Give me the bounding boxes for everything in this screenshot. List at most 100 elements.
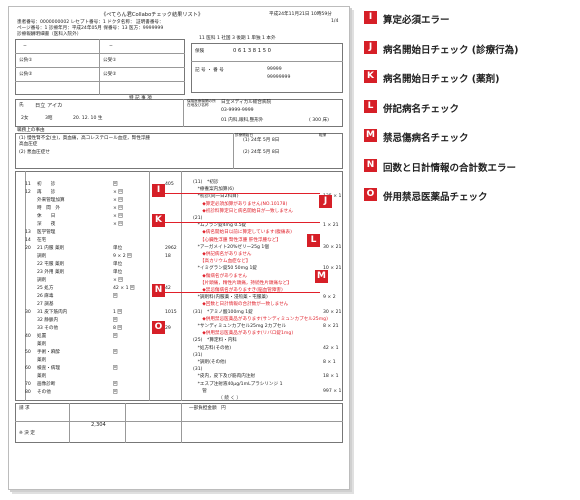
diagnosis-1b: 高血圧症	[19, 142, 38, 147]
symbol-value: 99999	[267, 67, 282, 72]
name-label: 氏	[19, 103, 24, 108]
institution-tel: 03-9999-9999	[221, 108, 254, 113]
detail-line: (31)	[193, 352, 203, 358]
legend-marker: O	[364, 188, 377, 201]
public-expense-2: 公負②	[19, 72, 33, 77]
row-name: 32 静脈内	[37, 318, 59, 323]
legend-label: 回数と日計情報の合計数エラー	[383, 162, 517, 174]
marker-m-on-sheet: M	[315, 270, 328, 283]
legend-marker: K	[364, 70, 377, 83]
detail-line: *皮内，皮下及び筋肉内注射	[193, 374, 256, 380]
patient-name: 日立 アイカ	[35, 103, 63, 109]
row-count: × 回	[113, 214, 123, 219]
detail-line: *ムプラン錠4mg 0.5錠	[193, 223, 247, 229]
row-code: 14	[25, 238, 31, 243]
row-name: 23 外用 薬剤	[37, 270, 65, 275]
row-name: 調剤	[37, 254, 47, 259]
detail-line: *調剤料(内服薬・浸煎薬・屯服薬)	[193, 295, 268, 301]
claim-label: 請 求	[19, 406, 30, 411]
row-name: 26 麻毒	[37, 294, 54, 299]
patient-era: 3昭	[45, 116, 53, 121]
row-code: 40	[25, 334, 31, 339]
detail-line: *調剤(その他)	[193, 360, 227, 365]
row-count: 単位	[113, 246, 123, 251]
detail-quantity: 8 × 21	[323, 324, 339, 329]
detail-quantity: 8 × 1	[323, 360, 336, 365]
row-count: 8 回	[113, 326, 122, 331]
legend-marker: L	[364, 99, 377, 113]
detail-quantity: 30 × 21	[323, 244, 342, 250]
number-value: 99999999	[267, 75, 291, 80]
doc-title: 《ぺてらん君Collaboチェック結果リスト》	[101, 12, 204, 18]
detail-line: *初診(同一日2科目)	[193, 194, 239, 200]
row-code: 70	[25, 382, 31, 387]
patient-box	[15, 99, 343, 127]
marker-j-on-sheet: J	[319, 195, 332, 208]
legend-label: 併用禁忌医薬品チェック	[383, 192, 488, 203]
symbol-number-label: 記 号 ・ 番 号	[195, 68, 224, 73]
detail-line: (25) *算定料・内科	[193, 338, 237, 344]
detail-quantity: 997 × 1	[323, 388, 342, 394]
row-name: 薬剤	[37, 374, 47, 379]
detail-quantity: 1 × 21	[323, 223, 339, 229]
row-count: 回	[113, 182, 118, 187]
diagnosis-1: (1) 慢性腎不全(主)，貧血痛，高コレステロール血症，腎性浮腫	[19, 136, 150, 141]
form-label: 診療報酬明細書（医科入院外）	[17, 32, 82, 37]
row-points: 18	[165, 254, 171, 259]
row-count: 回	[113, 350, 118, 355]
error-message: ◆初診料算定日と病名開始日が一致しません	[193, 208, 293, 214]
detail-quantity: 9 × 2	[323, 295, 336, 301]
row-count: 回	[113, 294, 118, 299]
row-name: 25 処方	[37, 286, 54, 291]
row-code: 13	[25, 230, 31, 235]
header-line1: 患者番号：0000000002 レセプト番号：1 ドクタ名称： 証明書番号：	[17, 20, 164, 25]
row-code: 30	[25, 310, 31, 315]
row-code: 50	[25, 350, 31, 355]
row-name: 薬剤	[37, 342, 47, 347]
detail-line: *サンディミュンカプセル25mg 2カプセル	[193, 324, 287, 329]
header-line2: ページ番号：1 診療年月：平成24年05月 保番号：13 医方：9999999	[17, 26, 164, 31]
error-message: 【高カリウム血症など】	[193, 259, 251, 265]
error-message: 【片頭痛，精性片頭痛，持続性片頭痛など】	[193, 280, 292, 286]
error-message: 【心臓性浮腫 腎性浮腫 肝性浮腫など】	[193, 237, 281, 243]
detail-line: *イミグラン錠50 50mg 1錠	[193, 266, 257, 272]
patient-birthdate: 20. 12. 10 生	[73, 116, 103, 121]
row-count: × 回	[113, 198, 123, 203]
error-message: ◆併記病名がありません	[193, 252, 252, 257]
detail-line: *エスプ注射液40μg/1mLプラシリンジ 1	[193, 381, 283, 387]
row-count: 回	[113, 382, 118, 387]
row-name: 処置	[37, 334, 47, 339]
row-code: 11	[25, 182, 31, 187]
error-message: ◆算定必須加算がありません(NO.10178)	[193, 201, 288, 207]
billing-footer	[15, 403, 343, 443]
institution-name: 日立メディカル総合病院	[221, 100, 272, 105]
error-message: ◆併用禁忌医薬品があります(サンディミュンカプセル25mg)	[193, 316, 328, 322]
marker-k-on-sheet: K	[152, 214, 165, 227]
row-name: 休 日	[37, 214, 56, 219]
detail-line: 管	[193, 388, 207, 394]
row-points: 2962	[165, 246, 177, 251]
row-count: 回	[113, 366, 118, 371]
public-recipient-2: 公受②	[103, 72, 117, 77]
row-count: 9 × 2 回	[113, 254, 132, 259]
row-name: 調剤	[37, 278, 47, 283]
bed-count: ( 300 床)	[309, 118, 329, 123]
row-code: 80	[25, 390, 31, 395]
row-name: 深 夜	[37, 222, 56, 227]
error-message: ◆併用禁忌医薬品があります(リバロ錠1mg)	[193, 331, 294, 337]
detail-line: (11) *初診	[193, 180, 219, 185]
detail-line: (31) *アミノ酸100mg 1錠	[193, 309, 253, 315]
institution-label: 保険医療機関の所在地及び名称	[187, 99, 216, 107]
row-code: 12	[25, 190, 31, 195]
row-count: 回	[113, 318, 118, 323]
annotation-line-k	[160, 222, 320, 223]
department: 01 内科,眼科,整形外	[221, 118, 264, 123]
row-name: その他	[37, 390, 51, 395]
row-count: × 回	[113, 206, 123, 211]
row-count: 回	[113, 334, 118, 339]
error-message: ◆傷病名がありません	[193, 273, 247, 279]
insurer-label: 保険	[195, 49, 205, 54]
row-points: 42	[165, 286, 171, 291]
row-code: 20	[25, 246, 31, 251]
detail-line: *処方料(その他)	[193, 345, 232, 351]
